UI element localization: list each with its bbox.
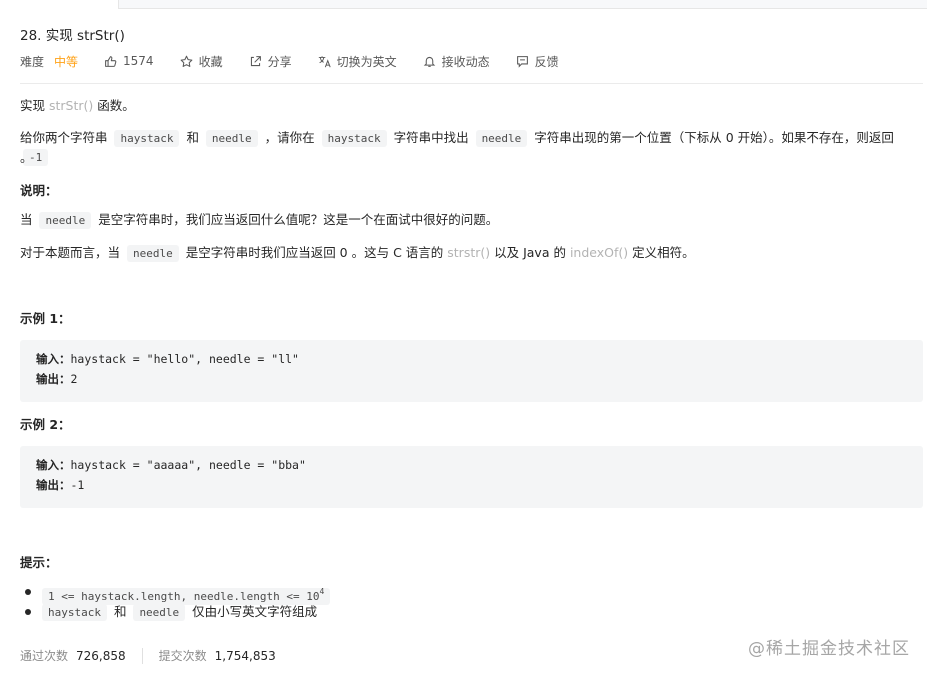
text: ，请你在 (260, 130, 319, 145)
code-needle: needle (133, 604, 186, 621)
accepted-label: 通过次数 (20, 649, 69, 663)
code-needle: needle (475, 130, 528, 147)
example-2-block: 输入：haystack = "aaaaa", needle = "bba" 输出… (20, 446, 923, 508)
like-count: 1574 (123, 54, 154, 68)
like-button[interactable]: 1574 (104, 54, 154, 68)
text: 给你两个字符串 (20, 130, 112, 145)
feedback-button[interactable]: 反馈 (516, 53, 559, 70)
text: 以及 Java 的 (490, 245, 570, 260)
text: 是空字符串时我们应当返回 0 。这与 C 语言的 (181, 245, 448, 260)
text: 实现 (20, 98, 49, 113)
constraint-exponent: 4 (319, 587, 325, 596)
thumbs-up-icon (104, 55, 117, 68)
text: 字符串出现的第一个位置（下标从 0 开始）。如果不存在，则返回 (530, 130, 894, 145)
explain-line-1: 当 needle 是空字符串时，我们应当返回什么值呢？这是一个在面试中很好的问题… (20, 211, 498, 230)
submission-stats: 通过次数 726,858 提交次数 1,754,853 (20, 647, 276, 664)
switch-language-button[interactable]: 切换为英文 (318, 53, 397, 70)
output-value: 2 (70, 372, 78, 386)
input-value: haystack = "hello", needle = "ll" (70, 352, 299, 366)
code-needle: needle (39, 212, 92, 229)
switch-language-label: 切换为英文 (336, 54, 397, 69)
text: 函数。 (93, 98, 135, 113)
example-2-input: 输入：haystack = "aaaaa", needle = "bba" (36, 457, 306, 473)
tips-list: 1 <= haystack.length, needle.length <= 1… (20, 582, 333, 622)
output-label: 输出： (36, 372, 71, 386)
code-haystack: haystack (321, 130, 387, 147)
strstr-link[interactable]: strStr() (49, 98, 93, 113)
description-line-1: 实现 strStr() 函数。 (20, 97, 135, 115)
difficulty-label: 难度 (20, 54, 45, 69)
code-haystack: haystack (114, 130, 180, 147)
feedback-label: 反馈 (534, 54, 559, 69)
indexof-link[interactable]: indexOf() (570, 245, 628, 260)
problem-title: 28. 实现 strStr() (20, 28, 125, 44)
input-label: 输入： (36, 458, 71, 472)
star-icon (180, 55, 193, 68)
text: 对于本题而言，当 (20, 245, 124, 260)
code-haystack: haystack (42, 604, 107, 621)
translate-icon (318, 55, 331, 68)
text: 当 (20, 212, 37, 227)
list-item: 1 <= haystack.length, needle.length <= 1… (20, 582, 333, 605)
submitted-label: 提交次数 (158, 649, 207, 663)
stats-divider (141, 647, 143, 664)
input-value: haystack = "aaaaa", needle = "bba" (70, 458, 306, 472)
code-needle: needle (126, 245, 179, 262)
example-1-output: 输出：2 (36, 371, 77, 387)
description-line-2-end: 。 (20, 150, 33, 165)
share-icon (249, 55, 262, 68)
tips-heading: 提示： (20, 555, 58, 570)
example-1-input: 输入：haystack = "hello", needle = "ll" (36, 351, 299, 367)
text: 和 (109, 604, 131, 619)
text: 仅由小写英文字符组成 (188, 604, 318, 619)
favorite-button[interactable]: 收藏 (180, 53, 223, 70)
top-tab-bar (118, 0, 927, 9)
favorite-label: 收藏 (198, 54, 223, 69)
example-2-heading: 示例 2： (20, 417, 71, 432)
header-divider (20, 83, 923, 84)
share-label: 分享 (267, 54, 292, 69)
list-item: haystack 和 needle 仅由小写英文字符组成 (20, 602, 333, 622)
input-label: 输入： (36, 352, 71, 366)
description-line-2: 给你两个字符串 haystack 和 needle ，请你在 haystack … (20, 129, 920, 167)
example-2-output: 输出：-1 (36, 477, 84, 493)
example-1-heading: 示例 1： (20, 311, 71, 326)
accepted-count: 726,858 (76, 648, 126, 663)
output-label: 输出： (36, 478, 71, 492)
example-1-block: 输入：haystack = "hello", needle = "ll" 输出：… (20, 340, 923, 402)
code-needle: needle (205, 130, 258, 147)
feedback-icon (516, 55, 529, 68)
notify-button[interactable]: 接收动态 (423, 53, 490, 70)
difficulty-value: 中等 (54, 54, 79, 69)
text: 字符串中找出 (389, 130, 473, 145)
notify-label: 接收动态 (441, 54, 490, 69)
watermark: @稀土掘金技术社区 (748, 639, 910, 659)
text: 和 (182, 130, 203, 145)
problem-meta-bar: 难度 中等 1574 收藏 分享 切换为英文 接收动态 反馈 (20, 52, 585, 70)
text: 是空字符串时，我们应当返回什么值呢？这是一个在面试中很好的问题。 (94, 212, 499, 227)
explain-heading: 说明： (20, 183, 58, 198)
bell-icon (423, 55, 436, 68)
text: 定义相符。 (628, 245, 695, 260)
share-button[interactable]: 分享 (249, 53, 292, 70)
strstr-c-link[interactable]: strstr() (447, 245, 490, 260)
submitted-count: 1,754,853 (214, 648, 276, 663)
output-value: -1 (70, 478, 85, 492)
explain-line-2: 对于本题而言，当 needle 是空字符串时我们应当返回 0 。这与 C 语言的… (20, 244, 695, 263)
